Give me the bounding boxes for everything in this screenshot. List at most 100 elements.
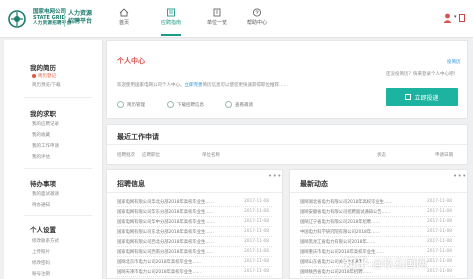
divider xyxy=(24,168,92,169)
sidebar-item-password[interactable]: 修改密码 xyxy=(32,260,50,266)
complete-profile-link[interactable]: 立即完善 xyxy=(185,83,203,88)
recruitment-title: 招聘信息 xyxy=(117,180,145,188)
sidebar-section-jobs: 我的求职 xyxy=(30,110,56,118)
feature-invitations[interactable]: 查看邀请 xyxy=(225,101,253,108)
divider xyxy=(24,215,92,216)
feature-resume[interactable]: 简历管理 xyxy=(117,101,145,108)
platform-title-line-2: 招聘平台 xyxy=(68,18,93,25)
sidebar-item-evaluation[interactable]: 我的评估 xyxy=(32,154,50,160)
column-header: 单位名称 xyxy=(202,153,220,158)
sidebar-item-contact[interactable]: 修改联系方式 xyxy=(32,238,59,244)
watermark: 知乎 @玖石国网 xyxy=(344,254,427,271)
divider xyxy=(117,226,272,227)
nav-units[interactable]: 单位一览 xyxy=(201,8,233,26)
list-item-date: 2017-11-08 xyxy=(244,209,269,214)
alert-dot-icon xyxy=(32,73,36,78)
main-content: 个人中心 欢迎使用国家电网公司个人中心。立即完善简历信息可以使您更快速获得职位推… xyxy=(106,40,468,279)
divider xyxy=(300,246,455,247)
list-item[interactable]: 国家电网有限公司华北分部2018年高校毕业生…… xyxy=(117,199,214,205)
list-item-date: 2017-11-08 xyxy=(427,249,452,254)
watermark-site: 知乎 xyxy=(344,256,369,270)
list-item-date: 2017-11-08 xyxy=(427,229,452,234)
list-item[interactable]: 国网黑龙江省电力有限公司2018年…… xyxy=(300,239,375,245)
list-item[interactable]: 国家电网有限公司西南分部2018年高校毕业生…… xyxy=(117,249,214,255)
sidebar-section-settings: 个人设置 xyxy=(30,226,56,234)
sidebar-item-resume-preview[interactable]: 简历预览/下载 xyxy=(32,82,61,88)
feature-download[interactable]: 下载招聘信息 xyxy=(167,101,204,108)
divider xyxy=(117,276,272,277)
list-item[interactable]: 国网天津市电力公司2018年高校毕业生…… xyxy=(117,269,201,275)
divider xyxy=(300,236,455,237)
chevron-down-icon[interactable]: ▾ xyxy=(454,14,457,20)
resume-shortcut-link[interactable]: 投简历 xyxy=(447,59,461,65)
sidebar-item-applications[interactable]: 我的应聘记录 xyxy=(32,121,59,127)
divider xyxy=(117,246,272,247)
book-icon xyxy=(167,8,175,17)
list-item-date: 2017-11-08 xyxy=(427,209,452,214)
list-item[interactable]: 国家电网有限公司华中分部2018年高校毕业生…… xyxy=(117,219,214,225)
more-icon[interactable]: ••• xyxy=(453,172,467,180)
divider xyxy=(107,192,282,193)
list-item-date: 2017-11-08 xyxy=(244,259,269,264)
user-icon[interactable] xyxy=(443,13,452,23)
sidebar-item-deactivate[interactable]: 账号注销 xyxy=(32,271,50,277)
apply-now-label: 立即投递 xyxy=(414,94,439,102)
sidebar-item-interviews[interactable]: 我的面试邀请 xyxy=(32,191,59,197)
list-item[interactable]: 国家电网有限公司西北分部2018年高校毕业生…… xyxy=(117,239,214,245)
sidebar-item-photo[interactable]: 上传照片 xyxy=(32,249,50,255)
watermark-author: @玖石国网 xyxy=(372,256,428,270)
nav-guide[interactable]: 应聘指南 xyxy=(155,8,187,36)
column-header: 申请日期 xyxy=(435,153,453,158)
recruitment-card: 招聘信息 ••• 国家电网有限公司华北分部2018年高校毕业生…… 2017-11… xyxy=(106,169,283,279)
divider xyxy=(300,216,455,217)
top-bar: 国家电网公司 STATE GRID 人力资源招聘平台 人力资源 招聘平台 首页 … xyxy=(0,0,473,38)
divider xyxy=(290,192,467,193)
eye-icon xyxy=(225,101,232,108)
list-item-date: 2017-11-08 xyxy=(244,239,269,244)
divider xyxy=(117,266,272,267)
nav-home[interactable]: 首页 xyxy=(108,8,140,26)
sidebar-item-favorites[interactable]: 我的收藏 xyxy=(32,132,50,138)
feature-label: 查看邀请 xyxy=(235,102,253,108)
sidebar-section-todo: 待办事项 xyxy=(30,180,56,188)
list-item-date: 2017-11-08 xyxy=(427,239,452,244)
document-icon[interactable] xyxy=(459,14,465,22)
list-item[interactable]: 国网辽宁省电力有限公司2018年招聘…… xyxy=(300,219,380,225)
more-icon[interactable]: ••• xyxy=(268,172,282,180)
divider xyxy=(300,276,455,277)
recent-applications-title: 最近工作申请 xyxy=(117,133,159,141)
sidebar-item-resume-register[interactable]: 简历登记 xyxy=(32,73,56,79)
personal-center-hint: 欢迎使用国家电网公司个人中心。立即完善简历信息可以使您更快速获得职位推荐…… xyxy=(117,82,288,88)
personal-center-title: 个人中心 xyxy=(117,57,145,65)
list-item-date: 2017-11-08 xyxy=(427,219,452,224)
feature-label: 下载招聘信息 xyxy=(177,102,204,108)
list-item[interactable]: 国家电网有限公司华东分部2018年高校毕业生…… xyxy=(117,209,214,215)
list-item-date: 2017-11-08 xyxy=(427,199,452,204)
list-item-date: 2017-11-08 xyxy=(244,249,269,254)
apply-now-button[interactable]: 立即投递 xyxy=(386,88,458,106)
sidebar-item-work-requests[interactable]: 我的工作申请 xyxy=(32,143,59,149)
list-item[interactable]: 国网安徽省电力有限公司招聘面试通知公告…… xyxy=(300,209,390,215)
list-item-date: 2017-11-08 xyxy=(427,269,452,274)
list-item-date: 2017-11-08 xyxy=(427,259,452,264)
news-title: 最新动态 xyxy=(300,180,328,188)
divider xyxy=(24,97,92,98)
list-item[interactable]: 国网北京市电力公司2018年高校毕业生…… xyxy=(117,259,201,265)
list-item[interactable]: 中国电力科学研究院有限公司2018年…… xyxy=(300,229,380,235)
hint-text-suffix: 简历信息可以使您更快速获得职位推荐…… xyxy=(202,83,289,88)
nav-help-label: 帮助中心 xyxy=(246,20,267,26)
list-item-date: 2017-11-08 xyxy=(244,229,269,234)
divider xyxy=(117,236,272,237)
nav-help[interactable]: 帮助中心 xyxy=(241,8,273,26)
nav-guide-label: 应聘指南 xyxy=(160,20,181,26)
divider xyxy=(117,216,272,217)
sidebar-item-notices[interactable]: 待办通知 xyxy=(32,202,50,208)
state-grid-logo xyxy=(8,10,26,28)
building-icon xyxy=(213,8,221,17)
list-item[interactable]: 国家电网有限公司东北分部2018年高校毕业生…… xyxy=(117,229,214,235)
apply-hint: 还没投简历？快来登录个人中心吧！ xyxy=(386,72,458,77)
platform-title: 人力资源 招聘平台 xyxy=(68,10,92,26)
sidebar-section-resume: 我的简历 xyxy=(30,64,56,72)
list-item[interactable]: 国网湖北省电力有限公司2018年高校毕业生…… xyxy=(300,199,393,205)
document-icon xyxy=(405,94,412,100)
